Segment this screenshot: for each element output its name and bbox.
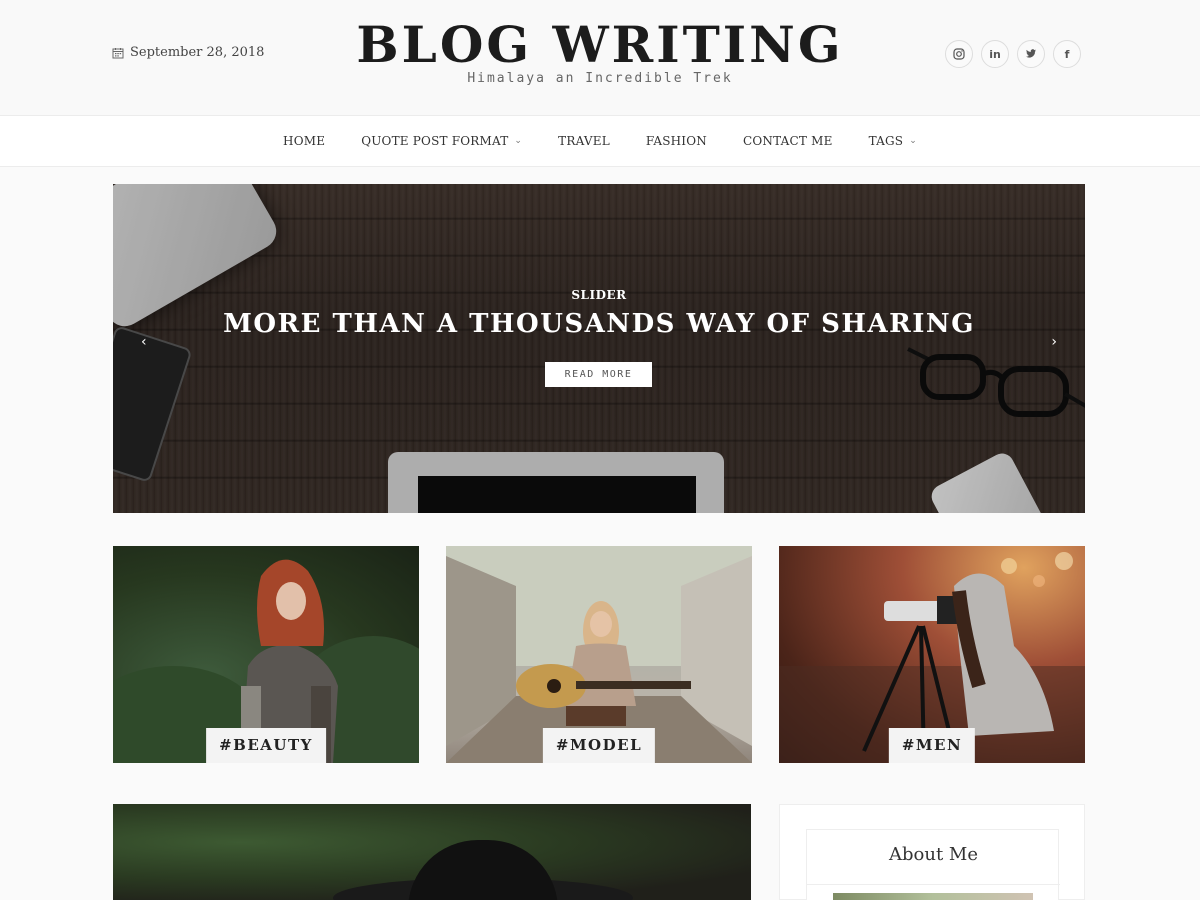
social-links: in f (945, 40, 1081, 68)
category-card-beauty[interactable]: #BEAUTY (113, 546, 419, 763)
slider-prev-arrow-icon[interactable]: ‹ (141, 334, 147, 350)
slider-overlay (113, 184, 1085, 513)
read-more-button[interactable]: READ MORE (545, 362, 652, 387)
about-me-widget: About Me (806, 829, 1060, 900)
widget-title: About Me (889, 844, 978, 865)
chevron-down-icon: ⌄ (909, 136, 917, 146)
category-card-men[interactable]: #MEN (779, 546, 1085, 763)
nav-item-home[interactable]: HOME (283, 134, 325, 148)
slider-title[interactable]: MORE THAN A THOUSANDS WAY OF SHARING (113, 304, 1085, 344)
chevron-down-icon: ⌄ (514, 136, 523, 146)
site-header: September 28, 2018 BLOG WRITING Himalaya… (0, 0, 1200, 115)
sidebar: About Me (779, 804, 1085, 900)
nav-label: HOME (283, 134, 326, 148)
facebook-icon[interactable]: f (1053, 40, 1081, 68)
card-tag[interactable]: #BEAUTY (206, 728, 326, 763)
divider (807, 884, 1060, 885)
hero-slider: SLIDER MORE THAN A THOUSANDS WAY OF SHAR… (113, 184, 1085, 513)
featured-post-image[interactable] (113, 804, 751, 900)
hat-image (408, 840, 558, 900)
twitter-icon[interactable] (1017, 40, 1045, 68)
nav-label: QUOTE POST FORMAT (361, 134, 509, 148)
nav-label: TAGS (868, 134, 904, 148)
site-tagline: Himalaya an Incredible Trek (467, 71, 733, 86)
instagram-icon[interactable] (945, 40, 973, 68)
nav-label: CONTACT ME (742, 134, 833, 148)
nav-label: FASHION (645, 134, 707, 148)
about-me-photo (833, 893, 1033, 900)
slider-next-arrow-icon[interactable]: › (1051, 334, 1057, 350)
nav-label: TRAVEL (558, 134, 610, 148)
slider-category[interactable]: SLIDER (113, 288, 1085, 302)
linkedin-icon[interactable]: in (981, 40, 1009, 68)
nav-item-tags[interactable]: TAGS ⌄ (869, 134, 917, 148)
category-card-model[interactable]: #MODEL (446, 546, 752, 763)
card-tag[interactable]: #MEN (888, 728, 976, 763)
card-tag[interactable]: #MODEL (542, 728, 656, 763)
nav-item-contact-me[interactable]: CONTACT ME (743, 134, 833, 148)
nav-item-travel[interactable]: TRAVEL (558, 134, 610, 148)
main-nav: HOME QUOTE POST FORMAT ⌄ TRAVEL FASHION C… (0, 115, 1200, 167)
nav-item-quote-post-format[interactable]: QUOTE POST FORMAT ⌄ (361, 134, 522, 148)
nav-item-fashion[interactable]: FASHION (646, 134, 707, 148)
